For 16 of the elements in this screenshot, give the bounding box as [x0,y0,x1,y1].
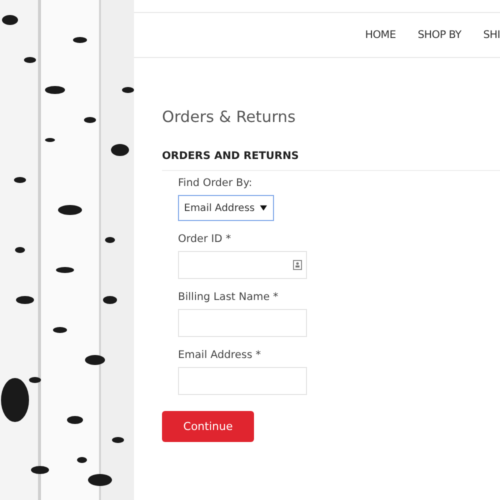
field-label: Email Address * [178,349,262,361]
find-order-select[interactable]: Email Address [178,195,274,221]
field-label: Order ID * [178,233,232,245]
continue-button[interactable]: Continue [162,411,254,442]
section-heading: ORDERS AND RETURNS [162,150,500,171]
nav-link[interactable]: SHI [483,29,500,41]
text-field[interactable] [178,251,307,279]
contact-card-icon [293,260,302,270]
field-label: Find Order By: [178,177,254,189]
text-field[interactable] [178,309,307,337]
dropdown-caret-icon [260,205,267,211]
nav-link[interactable]: HOME [365,29,396,41]
page-title: Orders & Returns [162,108,297,126]
nav-link[interactable]: SHOP BY [418,29,462,41]
text-field[interactable] [178,367,307,395]
field-label: Billing Last Name * [178,291,280,303]
